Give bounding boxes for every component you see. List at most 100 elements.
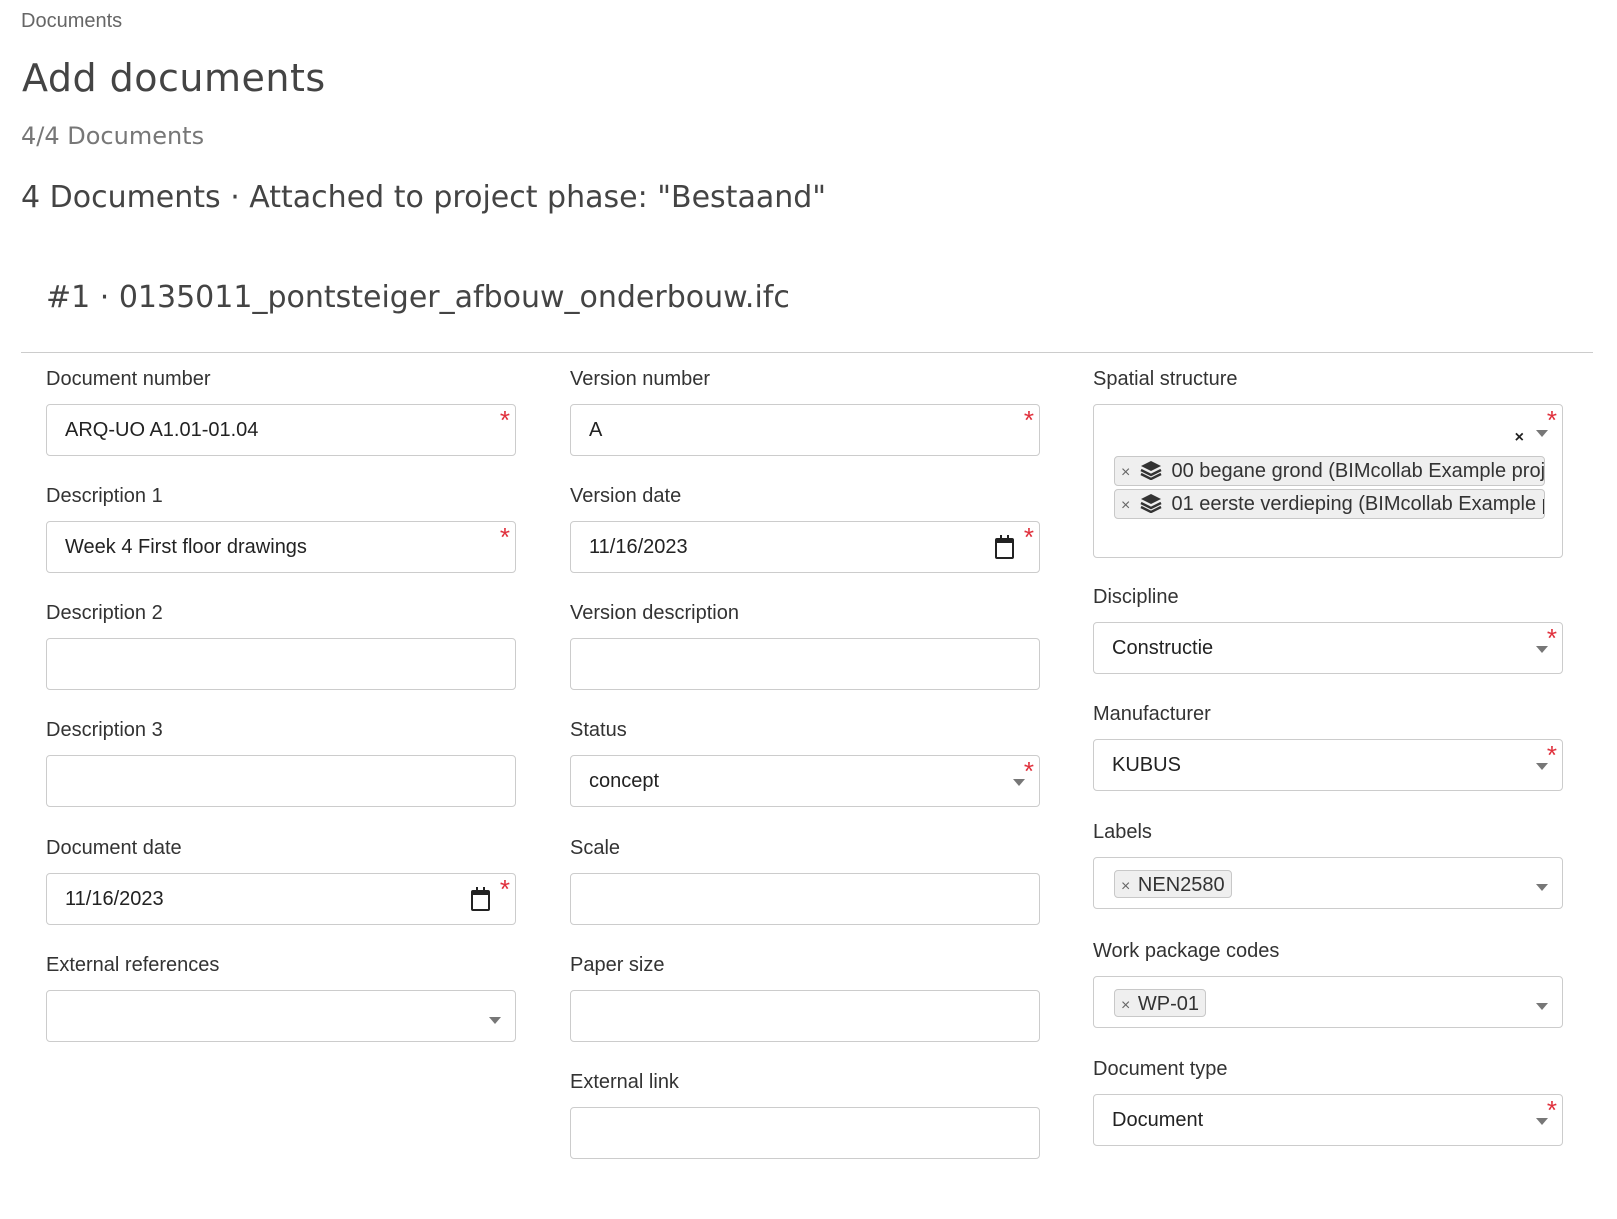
document-date-label: Document date (46, 837, 182, 859)
document-date-input[interactable]: 11/16/2023 * (46, 873, 516, 925)
description3-input[interactable] (46, 755, 516, 807)
version-date-field: Version date 11/16/2023 * (570, 483, 1040, 573)
required-icon: * (1023, 522, 1034, 552)
required-icon: * (499, 874, 510, 904)
chevron-down-icon[interactable] (1536, 1003, 1548, 1010)
remove-icon[interactable]: × (1121, 464, 1130, 481)
required-icon: * (499, 405, 510, 435)
external-link-field: External link (570, 1069, 1040, 1159)
remove-icon[interactable]: × (1121, 997, 1130, 1014)
external-link-input[interactable] (570, 1107, 1040, 1159)
clear-icon[interactable]: × (1515, 429, 1524, 447)
calendar-icon[interactable] (471, 887, 490, 911)
work-package-chip[interactable]: × WP-01 (1114, 988, 1207, 1017)
discipline-label: Discipline (1093, 586, 1179, 608)
document-number-label: Document number (46, 368, 211, 390)
work-package-codes-label: Work package codes (1093, 940, 1280, 962)
required-icon: * (1546, 405, 1557, 435)
document-number-value: ARQ-UO A1.01-01.04 (65, 419, 259, 441)
document-date-value: 11/16/2023 (65, 888, 164, 910)
document-type-value: Document (1112, 1109, 1204, 1131)
discipline-field: Discipline Constructie * (1093, 584, 1563, 674)
status-field: Status concept * (570, 717, 1040, 807)
phase-summary: 4 Documents · Attached to project phase:… (21, 180, 827, 215)
labels-label: Labels (1093, 821, 1152, 843)
description1-label: Description 1 (46, 485, 163, 507)
scale-input[interactable] (570, 873, 1040, 925)
spatial-chip[interactable]: × 01 eerste verdieping (BIMcollab Exampl… (1114, 489, 1545, 519)
chevron-down-icon[interactable] (1536, 884, 1548, 891)
document-type-field: Document type Document * (1093, 1056, 1563, 1146)
labels-field: Labels × NEN2580 (1093, 819, 1563, 909)
external-references-select[interactable] (46, 990, 516, 1042)
section-divider (21, 352, 1593, 353)
paper-size-input[interactable] (570, 990, 1040, 1042)
status-value: concept (589, 770, 660, 792)
label-chip[interactable]: × NEN2580 (1114, 869, 1232, 898)
version-number-label: Version number (570, 368, 711, 390)
description3-field: Description 3 (46, 717, 516, 807)
required-icon: * (1546, 623, 1557, 653)
spatial-chip-label: 01 eerste verdieping (BIMcollab Example … (1171, 493, 1544, 515)
spatial-structure-label: Spatial structure (1093, 368, 1238, 390)
document-heading: #1 · 0135011_pontsteiger_afbouw_onderbou… (46, 280, 790, 315)
version-date-label: Version date (570, 485, 682, 507)
layers-icon (1140, 494, 1162, 513)
chevron-down-icon[interactable] (489, 1017, 501, 1024)
labels-select[interactable]: × NEN2580 (1093, 857, 1563, 909)
document-type-label: Document type (1093, 1058, 1228, 1080)
spatial-structure-select[interactable]: × * × 00 begane grond (BIMcollab Example… (1093, 404, 1563, 558)
document-date-field: Document date 11/16/2023 * (46, 835, 516, 925)
spatial-structure-field: Spatial structure × * × 00 begane grond … (1093, 366, 1563, 558)
version-description-label: Version description (570, 602, 739, 624)
paper-size-label: Paper size (570, 954, 665, 976)
manufacturer-value: KUBUS (1112, 754, 1181, 776)
status-label: Status (570, 719, 627, 741)
description1-field: Description 1 Week 4 First floor drawing… (46, 483, 516, 573)
description2-label: Description 2 (46, 602, 163, 624)
required-icon: * (1023, 756, 1034, 786)
page-title: Add documents (22, 56, 326, 100)
version-number-input[interactable]: A * (570, 404, 1040, 456)
breadcrumb[interactable]: Documents (21, 10, 122, 33)
discipline-select[interactable]: Constructie * (1093, 622, 1563, 674)
required-icon: * (499, 522, 510, 552)
scale-field: Scale (570, 835, 1040, 925)
description2-input[interactable] (46, 638, 516, 690)
manufacturer-select[interactable]: KUBUS * (1093, 739, 1563, 791)
description1-input[interactable]: Week 4 First floor drawings * (46, 521, 516, 573)
layers-icon (1140, 461, 1162, 480)
calendar-icon[interactable] (995, 535, 1014, 559)
description2-field: Description 2 (46, 600, 516, 690)
paper-size-field: Paper size (570, 952, 1040, 1042)
description3-label: Description 3 (46, 719, 163, 741)
version-description-input[interactable] (570, 638, 1040, 690)
external-link-label: External link (570, 1071, 679, 1093)
work-package-chip-text: WP-01 (1137, 992, 1200, 1015)
work-package-codes-select[interactable]: × WP-01 (1093, 976, 1563, 1028)
document-number-input[interactable]: ARQ-UO A1.01-01.04 * (46, 404, 516, 456)
version-number-value: A (589, 419, 603, 441)
document-type-select[interactable]: Document * (1093, 1094, 1563, 1146)
label-chip-text: NEN2580 (1137, 873, 1225, 896)
remove-icon[interactable]: × (1121, 878, 1130, 895)
version-date-value: 11/16/2023 (589, 536, 688, 558)
version-number-field: Version number A * (570, 366, 1040, 456)
work-package-codes-field: Work package codes × WP-01 (1093, 938, 1563, 1028)
manufacturer-label: Manufacturer (1093, 703, 1211, 725)
document-count: 4/4 Documents (21, 122, 205, 150)
required-icon: * (1023, 405, 1034, 435)
spatial-chip[interactable]: × 00 begane grond (BIMcollab Example pro… (1114, 456, 1545, 486)
manufacturer-field: Manufacturer KUBUS * (1093, 701, 1563, 791)
discipline-value: Constructie (1112, 637, 1214, 659)
required-icon: * (1546, 1095, 1557, 1125)
status-select[interactable]: concept * (570, 755, 1040, 807)
external-references-label: External references (46, 954, 220, 976)
scale-label: Scale (570, 837, 621, 859)
document-number-field: Document number ARQ-UO A1.01-01.04 * (46, 366, 516, 456)
required-icon: * (1546, 740, 1557, 770)
version-date-input[interactable]: 11/16/2023 * (570, 521, 1040, 573)
version-description-field: Version description (570, 600, 1040, 690)
spatial-chip-label: 00 begane grond (BIMcollab Example proje… (1171, 460, 1545, 482)
remove-icon[interactable]: × (1121, 497, 1130, 514)
